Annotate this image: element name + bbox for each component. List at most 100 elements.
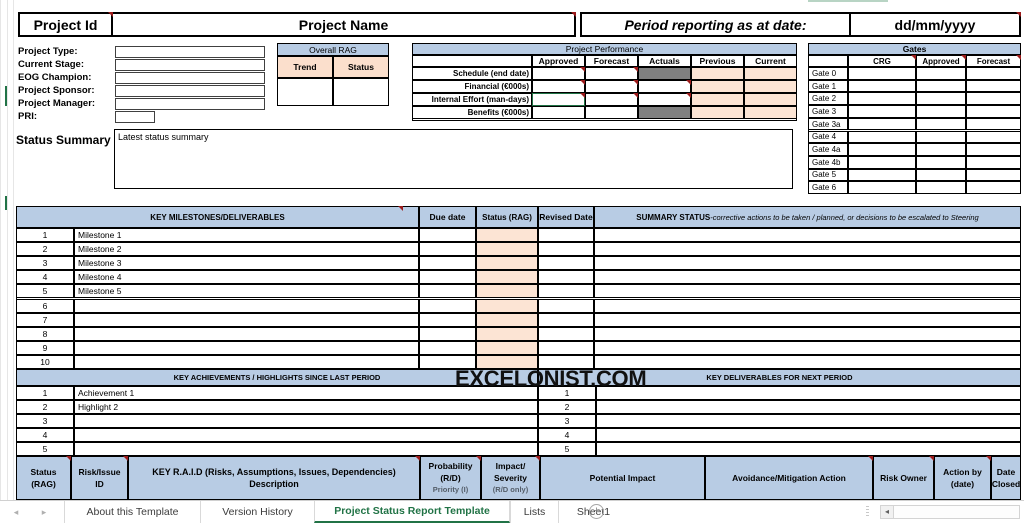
status-summary-input[interactable]: Latest status summary: [114, 129, 793, 189]
milestone-name-7[interactable]: [74, 326, 419, 341]
milestone-revised-0[interactable]: [538, 228, 594, 243]
pp-cell-2-previous[interactable]: [691, 93, 744, 106]
pp-cell-0-approved[interactable]: [532, 67, 585, 80]
period-date-cell[interactable]: dd/mm/yyyy: [851, 12, 1021, 37]
gates-cell-3-forecast[interactable]: [966, 105, 1021, 118]
milestone-status-8[interactable]: [476, 340, 538, 355]
gates-cell-7-forecast[interactable]: [966, 155, 1021, 169]
milestone-name-1[interactable]: Milestone 2: [74, 242, 419, 257]
milestone-name-2[interactable]: Milestone 3: [74, 256, 419, 271]
gates-cell-9-approved[interactable]: [916, 181, 966, 194]
next-sheet-arrow-icon[interactable]: ▸: [38, 506, 50, 518]
pp-cell-1-previous[interactable]: [691, 80, 744, 93]
milestone-status-1[interactable]: [476, 242, 538, 257]
form-input-projectsponsor[interactable]: [115, 85, 265, 97]
gates-cell-8-approved[interactable]: [916, 168, 966, 182]
deliverable-text-4[interactable]: [596, 442, 1021, 456]
gates-cell-6-crg[interactable]: [848, 143, 916, 156]
pp-cell-1-approved[interactable]: [532, 80, 585, 93]
milestone-summary-3[interactable]: [594, 270, 1021, 285]
milestone-revised-8[interactable]: [538, 340, 594, 355]
gates-cell-8-crg[interactable]: [848, 168, 916, 182]
form-input-projectmanager[interactable]: [115, 98, 265, 110]
achievement-text-2[interactable]: [74, 414, 538, 428]
horizontal-scrollbar[interactable]: ◂: [880, 505, 1020, 519]
milestone-revised-4[interactable]: [538, 284, 594, 299]
milestone-name-3[interactable]: Milestone 4: [74, 270, 419, 285]
achievement-text-4[interactable]: [74, 442, 538, 456]
milestone-due-5[interactable]: [419, 298, 476, 313]
pp-cell-1-forecast[interactable]: [585, 80, 638, 93]
milestone-status-3[interactable]: [476, 270, 538, 285]
sheet-tab-about-this-template[interactable]: About this Template: [64, 501, 200, 523]
milestone-name-6[interactable]: [74, 312, 419, 327]
milestone-due-3[interactable]: [419, 270, 476, 285]
milestone-summary-1[interactable]: [594, 242, 1021, 257]
gates-cell-7-approved[interactable]: [916, 155, 966, 169]
add-sheet-button[interactable]: +: [589, 504, 604, 519]
period-label-cell[interactable]: Period reporting as at date:: [580, 12, 851, 37]
gates-cell-3-crg[interactable]: [848, 105, 916, 118]
milestone-name-8[interactable]: [74, 340, 419, 355]
milestone-status-7[interactable]: [476, 326, 538, 341]
sheet-tab-lists[interactable]: Lists: [510, 501, 558, 523]
pp-cell-3-forecast[interactable]: [585, 106, 638, 119]
pp-cell-0-current[interactable]: [744, 67, 797, 80]
form-input-currentstage[interactable]: [115, 59, 265, 71]
milestone-due-4[interactable]: [419, 284, 476, 299]
gates-cell-3-approved[interactable]: [916, 105, 966, 118]
milestone-status-0[interactable]: [476, 228, 538, 243]
gates-cell-5-crg[interactable]: [848, 130, 916, 144]
gates-cell-4-forecast[interactable]: [966, 117, 1021, 131]
deliverable-text-1[interactable]: [596, 400, 1021, 414]
gates-cell-1-approved[interactable]: [916, 79, 966, 93]
gates-cell-6-approved[interactable]: [916, 143, 966, 156]
overall-rag-value-trend[interactable]: [277, 78, 333, 106]
gates-cell-0-crg[interactable]: [848, 67, 916, 80]
gates-cell-5-approved[interactable]: [916, 130, 966, 144]
project-name-cell[interactable]: Project Name: [113, 12, 576, 37]
deliverable-text-0[interactable]: [596, 386, 1021, 400]
pp-cell-3-current[interactable]: [744, 106, 797, 119]
gates-cell-1-forecast[interactable]: [966, 79, 1021, 93]
sheet-tab-version-history[interactable]: Version History: [200, 501, 314, 523]
pp-cell-2-actuals[interactable]: [638, 93, 691, 106]
gates-cell-2-forecast[interactable]: [966, 92, 1021, 106]
spreadsheet-canvas[interactable]: Project Id Project Name Period reporting…: [0, 0, 1024, 500]
pp-cell-0-forecast[interactable]: [585, 67, 638, 80]
pp-cell-3-previous[interactable]: [691, 106, 744, 119]
milestone-revised-5[interactable]: [538, 298, 594, 313]
milestone-summary-0[interactable]: [594, 228, 1021, 243]
pp-cell-1-current[interactable]: [744, 80, 797, 93]
scrollbar-thumb[interactable]: [894, 506, 1019, 518]
scroll-left-arrow-icon[interactable]: ◂: [881, 506, 894, 518]
gates-cell-0-approved[interactable]: [916, 67, 966, 80]
milestone-summary-9[interactable]: [594, 354, 1021, 369]
achievement-text-1[interactable]: Highlight 2: [74, 400, 538, 414]
milestone-due-1[interactable]: [419, 242, 476, 257]
pp-cell-2-current[interactable]: [744, 93, 797, 106]
gates-cell-2-approved[interactable]: [916, 92, 966, 106]
milestone-revised-3[interactable]: [538, 270, 594, 285]
deliverable-text-2[interactable]: [596, 414, 1021, 428]
form-input-eogchampion[interactable]: [115, 72, 265, 84]
pp-cell-3-approved[interactable]: [532, 106, 585, 119]
deliverable-text-3[interactable]: [596, 428, 1021, 442]
tab-resize-handle[interactable]: [866, 506, 869, 518]
milestone-due-6[interactable]: [419, 312, 476, 327]
milestone-status-2[interactable]: [476, 256, 538, 271]
milestone-due-0[interactable]: [419, 228, 476, 243]
milestone-summary-6[interactable]: [594, 312, 1021, 327]
milestone-revised-7[interactable]: [538, 326, 594, 341]
milestone-name-4[interactable]: Milestone 5: [74, 284, 419, 299]
milestone-revised-2[interactable]: [538, 256, 594, 271]
milestone-summary-7[interactable]: [594, 326, 1021, 341]
form-input-projecttype[interactable]: [115, 46, 265, 58]
milestone-name-0[interactable]: Milestone 1: [74, 228, 419, 243]
gates-cell-4-approved[interactable]: [916, 117, 966, 131]
pp-cell-0-previous[interactable]: [691, 67, 744, 80]
milestone-summary-5[interactable]: [594, 298, 1021, 313]
milestone-summary-8[interactable]: [594, 340, 1021, 355]
gates-cell-0-forecast[interactable]: [966, 67, 1021, 80]
gates-cell-9-crg[interactable]: [848, 181, 916, 194]
